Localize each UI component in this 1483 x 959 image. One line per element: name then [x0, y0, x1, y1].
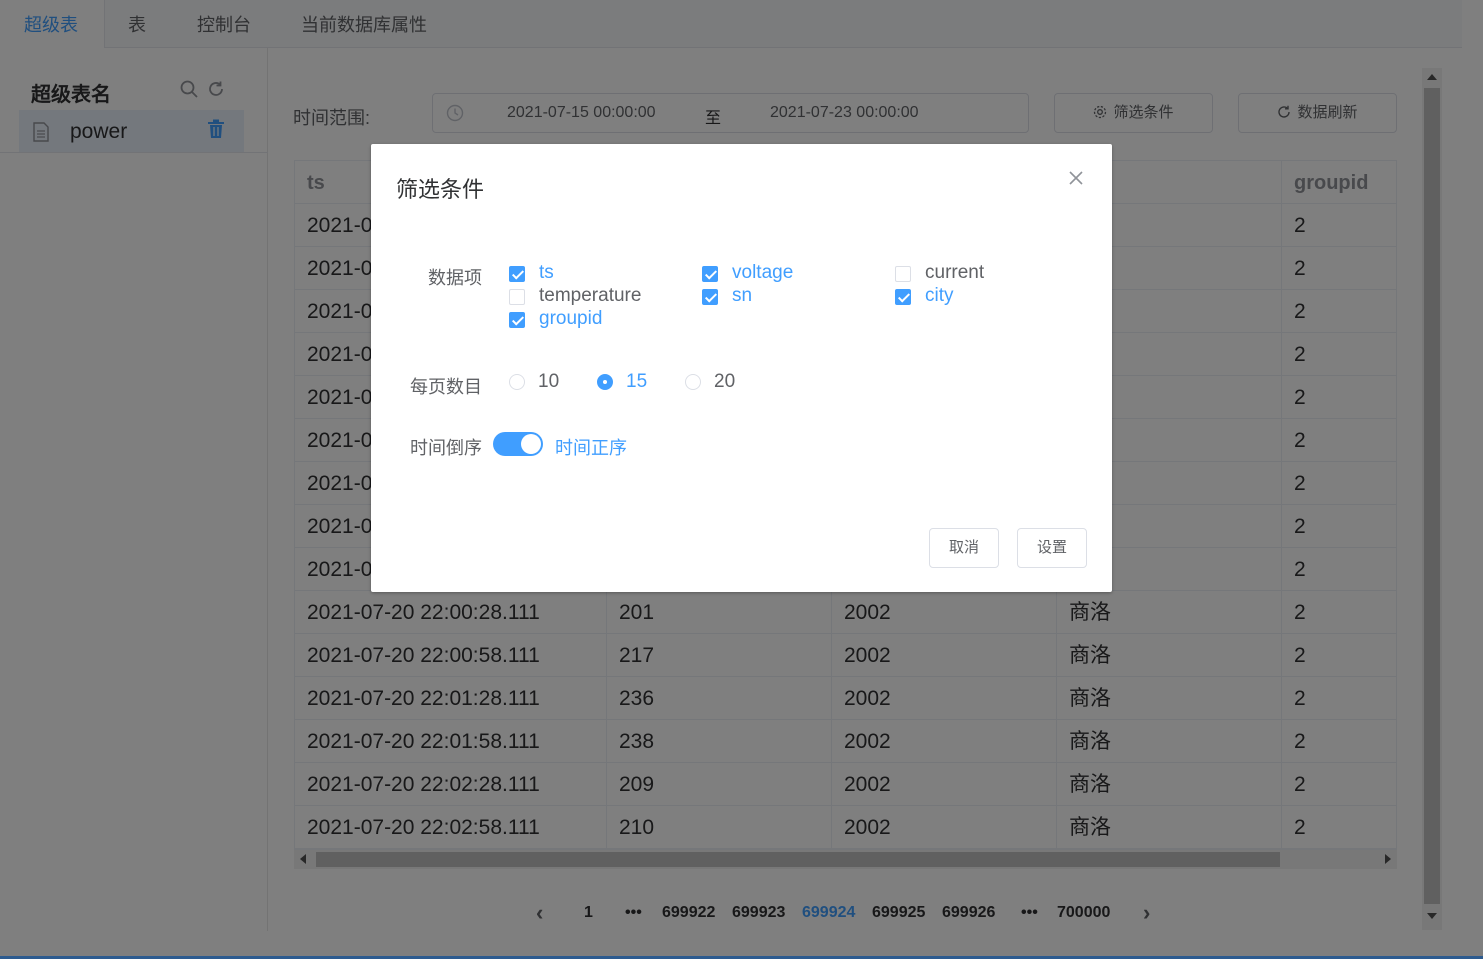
radio-dot[interactable]	[685, 374, 701, 390]
checkbox-label: temperature	[539, 285, 642, 306]
cancel-button[interactable]: 取消	[929, 528, 999, 568]
checkbox-box[interactable]	[509, 266, 525, 282]
radio-label: 20	[714, 371, 736, 392]
fields-label: 数据项	[428, 268, 482, 288]
checkbox-box[interactable]	[509, 312, 525, 328]
radio-label: 15	[626, 371, 648, 392]
radio-label: 10	[538, 371, 560, 392]
checkbox-label: city	[925, 285, 954, 306]
checkbox-box[interactable]	[895, 266, 911, 282]
radio-dot[interactable]	[509, 374, 525, 390]
checkbox-label: ts	[539, 262, 554, 283]
time-order-on-label: 时间正序	[555, 438, 627, 458]
checkbox-box[interactable]	[895, 289, 911, 305]
filter-dialog: 筛选条件 数据项 ts voltage current temperature sn ci…	[371, 144, 1112, 592]
time-order-switch[interactable]	[493, 432, 543, 456]
confirm-button[interactable]: 设置	[1017, 528, 1087, 568]
checkbox-label: groupid	[539, 308, 603, 329]
order-label: 时间倒序	[410, 438, 482, 458]
dialog-title: 筛选条件	[396, 177, 485, 202]
radio-dot[interactable]	[597, 374, 613, 390]
checkbox-label: sn	[732, 285, 753, 306]
close-icon[interactable]	[1069, 171, 1083, 190]
checkbox-box[interactable]	[702, 289, 718, 305]
checkbox-box[interactable]	[702, 266, 718, 282]
checkbox-box[interactable]	[509, 289, 525, 305]
checkbox-label: current	[925, 262, 985, 283]
page-size-label: 每页数目	[410, 377, 482, 397]
checkbox-label: voltage	[732, 262, 794, 283]
